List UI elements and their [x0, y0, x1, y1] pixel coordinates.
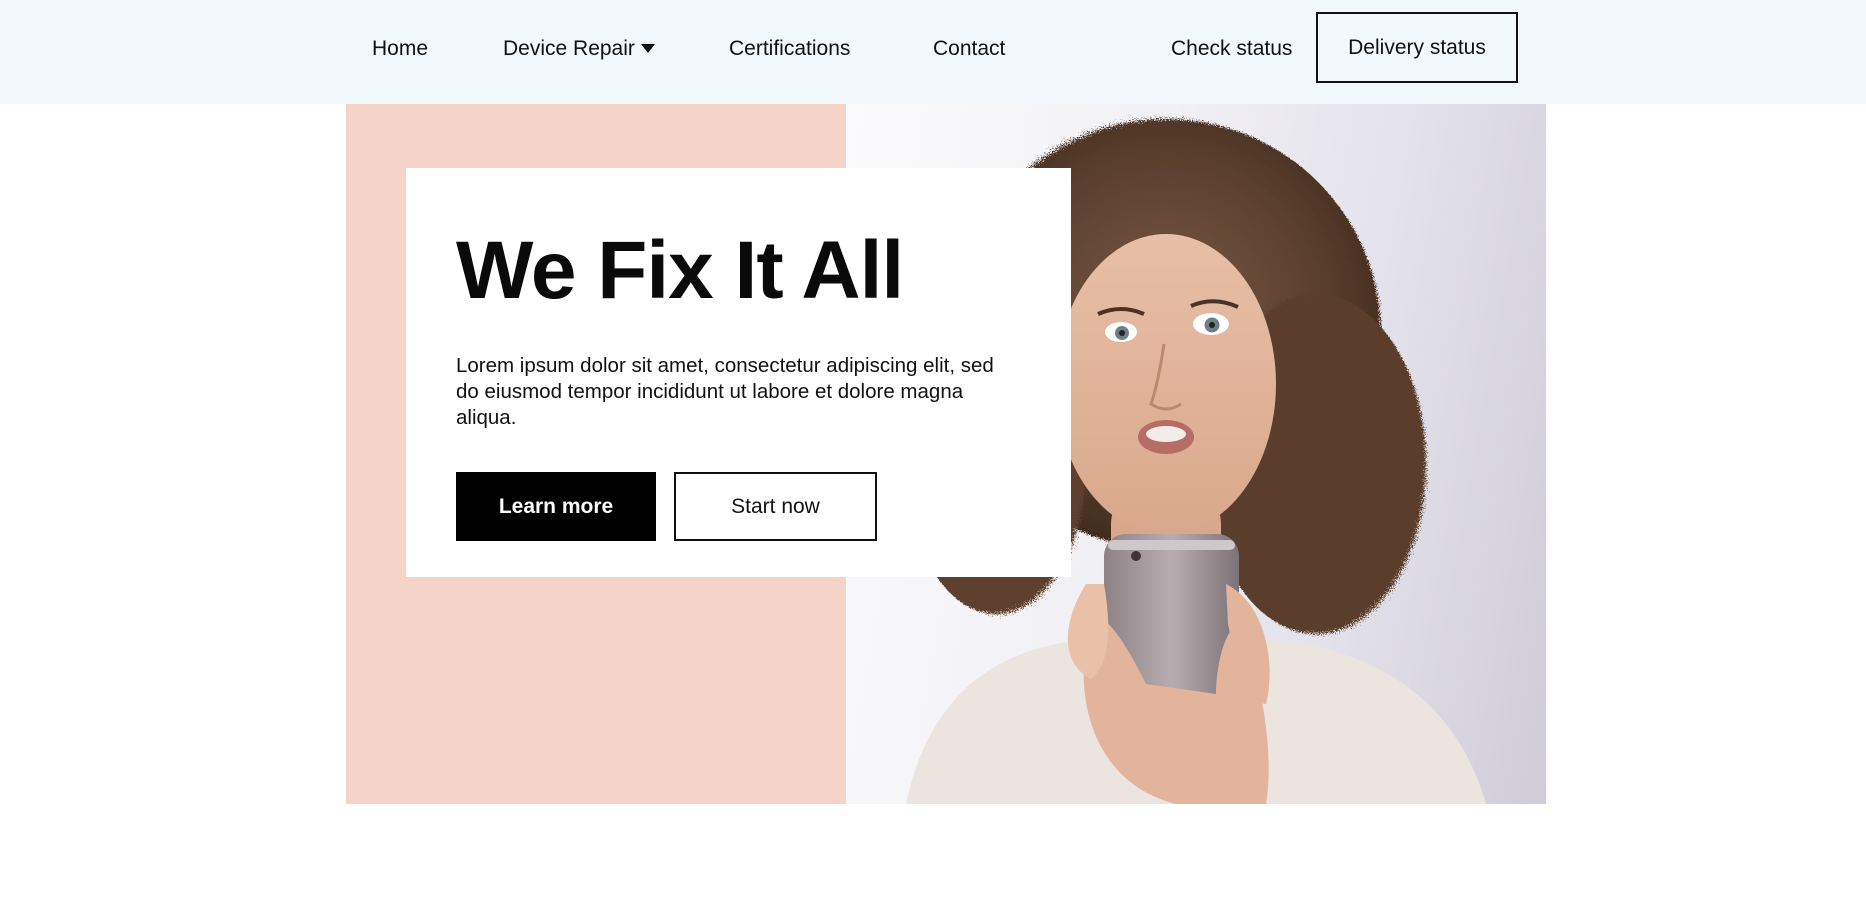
nav-device-repair-dropdown[interactable]: Device Repair [503, 0, 655, 97]
top-navigation: Home Device Repair Certifications Contac… [0, 0, 1866, 104]
nav-check-status-link[interactable]: Check status [1171, 0, 1292, 97]
hero-title: We Fix It All [456, 225, 904, 316]
learn-more-button[interactable]: Learn more [456, 472, 656, 541]
caret-down-icon [640, 43, 655, 53]
nav-home-link[interactable]: Home [372, 0, 428, 97]
start-now-button[interactable]: Start now [674, 472, 877, 541]
nav-contact-link[interactable]: Contact [933, 0, 1005, 97]
delivery-status-button[interactable]: Delivery status [1316, 12, 1518, 83]
nav-certifications-link[interactable]: Certifications [729, 0, 850, 97]
hero-description: Lorem ipsum dolor sit amet, consectetur … [456, 354, 994, 429]
hero-card: We Fix It All Lorem ipsum dolor sit amet… [406, 168, 1071, 577]
nav-device-repair-label: Device Repair [503, 37, 635, 60]
